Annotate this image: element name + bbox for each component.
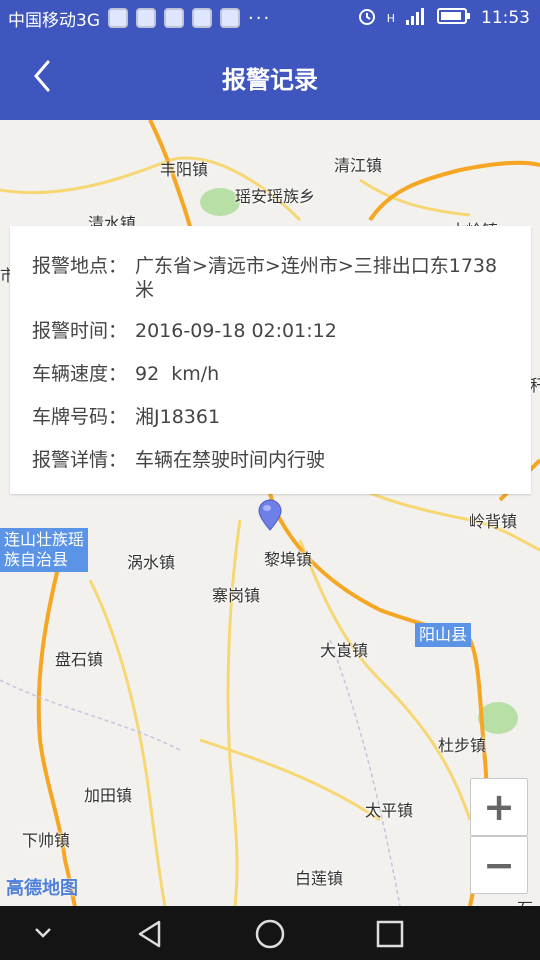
alarm-location-value: 广东省>清远市>连州市>三排出口东1738米	[135, 255, 498, 301]
plate-number-label: 车牌号码：	[32, 406, 128, 428]
map-provider-logo: 高德地图	[6, 878, 78, 899]
alarm-time-value: 2016-09-18 02:01:12	[135, 320, 337, 342]
clock-time: 11:53	[481, 8, 530, 28]
map-label: 清江镇	[334, 156, 383, 175]
plus-icon: +	[483, 785, 515, 829]
vehicle-speed-value: 92 km/h	[135, 363, 220, 385]
shield-app-icon	[108, 8, 128, 28]
battery-icon	[437, 7, 471, 30]
location-marker-icon[interactable]	[257, 498, 283, 536]
alarm-detail-label: 报警详情：	[32, 449, 128, 471]
app-bar: 报警记录	[0, 36, 540, 120]
nav-recents-icon[interactable]	[374, 918, 406, 954]
zoom-out-button[interactable]: −	[470, 836, 528, 894]
map-label: 岭背镇	[469, 512, 518, 531]
alarm-location-row: 报警地点： 广东省>清远市>连州市>三排出口东1738米	[32, 254, 505, 302]
alarm-detail-row: 报警详情： 车辆在禁驶时间内行驶	[32, 448, 505, 472]
map-label: 下帅镇	[22, 831, 71, 850]
map-label: 寨岗镇	[212, 586, 261, 605]
status-bar: 中国移动3G ··· H 11:53	[0, 0, 540, 36]
map-label: 瑶安瑶族乡	[235, 187, 316, 206]
zoom-in-button[interactable]: +	[470, 778, 528, 836]
network-type: H	[386, 11, 395, 25]
plate-number-row: 车牌号码： 湘J18361	[32, 405, 505, 429]
map-label: 白莲镇	[295, 869, 344, 888]
map-view[interactable]: 丰阳镇 清江镇 瑶安瑶族乡 清水镇 水岭镇 市 秆 岭背镇 涡水镇 黎埠镇 寨岗…	[0, 120, 540, 906]
vehicle-speed-row: 车辆速度： 92 km/h	[32, 362, 505, 386]
county-label-yangshan: 阳山县	[415, 623, 472, 647]
alarm-time-label: 报警时间：	[32, 320, 128, 342]
alarm-time-row: 报警时间： 2016-09-18 02:01:12	[32, 319, 505, 343]
map-label: 大崀镇	[320, 641, 369, 660]
map-label: 黎埠镇	[264, 550, 313, 569]
nav-back-icon[interactable]	[134, 918, 166, 954]
map-label: 杜步镇	[438, 736, 487, 755]
vehicle-speed-label: 车辆速度：	[32, 363, 128, 385]
system-nav-bar	[0, 906, 540, 960]
map-label: 太平镇	[365, 801, 414, 820]
page-title: 报警记录	[222, 66, 318, 94]
weather-icon	[220, 8, 240, 28]
chevron-down-icon[interactable]	[32, 923, 54, 947]
map-label: 加田镇	[84, 786, 133, 805]
chat-icon	[192, 8, 212, 28]
map-label: 盘石镇	[55, 650, 104, 669]
minus-icon: −	[483, 843, 515, 887]
nav-home-icon[interactable]	[254, 918, 286, 954]
signal-icon	[405, 6, 427, 31]
county-label-lianshan: 连山壮族瑶 族自治县	[0, 528, 89, 572]
carrier-text: 中国移动3G	[8, 10, 100, 31]
alarm-clock-icon	[357, 6, 377, 31]
map-label: 涡水镇	[127, 553, 176, 572]
map-label: 石	[517, 895, 533, 906]
qq-icon	[164, 8, 184, 28]
more-notifications-icon: ···	[248, 7, 272, 29]
alarm-info-card: 报警地点： 广东省>清远市>连州市>三排出口东1738米 报警时间： 2016-…	[10, 226, 531, 494]
map-label: 丰阳镇	[160, 160, 209, 179]
alarm-location-label: 报警地点：	[32, 255, 128, 277]
alarm-detail-value: 车辆在禁驶时间内行驶	[135, 449, 326, 471]
chrome-icon	[136, 8, 156, 28]
plate-number-value: 湘J18361	[135, 406, 221, 428]
map-label: 秆	[530, 376, 540, 395]
